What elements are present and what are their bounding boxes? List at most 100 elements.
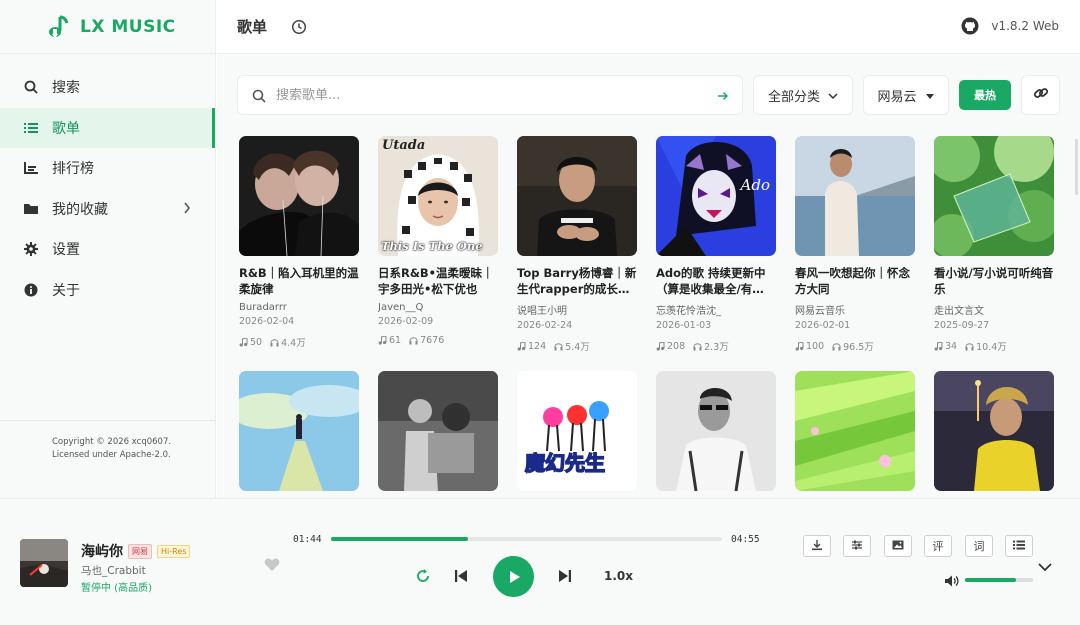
playlist-cover <box>378 371 498 491</box>
open-link-button[interactable] <box>1021 75 1060 115</box>
headphones-icon <box>270 338 279 347</box>
song-count: 124 <box>528 340 547 352</box>
source-label: 网易云 <box>877 89 917 105</box>
playlist-card[interactable]: 看小说/写小说可听纯音乐 走出文言文 2025-09-27 34 10.4万 <box>934 136 1054 353</box>
sidebar: LX MUSIC 搜索 歌单 排行榜 我的收藏 设置 关于 Copyright … <box>0 0 216 498</box>
comment-button[interactable]: 评 <box>924 535 952 557</box>
search-input[interactable] <box>276 87 696 103</box>
github-icon[interactable] <box>961 17 979 35</box>
sliders-icon <box>851 539 863 554</box>
chevron-down-icon[interactable] <box>1038 557 1052 572</box>
playlist-author: 走出文言文 <box>934 306 984 317</box>
now-playing-cover[interactable] <box>20 539 68 587</box>
loop-icon[interactable] <box>414 567 432 585</box>
sidebar-item-search[interactable]: 搜索 <box>0 67 215 107</box>
playlist-title: Top Barry杨博睿｜新生代rapper的成长轨迹 <box>517 266 637 296</box>
playlist-cover: Utada This Is The One <box>378 136 498 256</box>
playlist-card[interactable]: 春风一吹想起你｜怀念方大同 网易云音乐 2026-02-01 100 96.5万 <box>795 136 915 353</box>
playlist-card[interactable] <box>239 371 359 491</box>
playlist-card[interactable] <box>795 371 915 491</box>
comment-label: 评 <box>932 540 944 553</box>
playlist-cover <box>656 371 776 491</box>
playlist-date: 2026-02-01 <box>795 320 851 331</box>
now-playing-info: 海屿你 网易 Hi-Res 马也_Crabbit 暂停中 (高品质) <box>81 541 191 594</box>
song-count: 34 <box>945 340 958 352</box>
copyright: Copyright © 2026 xcq0607. Licensed under… <box>0 420 215 462</box>
playlist-author: Javen__Q <box>378 302 424 313</box>
volume-slider[interactable] <box>965 578 1033 582</box>
download-button[interactable] <box>803 535 831 557</box>
clock-icon[interactable] <box>291 19 307 35</box>
playlist-title: 春风一吹想起你｜怀念方大同 <box>795 266 910 296</box>
sidebar-item-label: 排行榜 <box>52 161 94 178</box>
playlist-card[interactable]: Ado Ado的歌 持续更新中（算是收集最全/有… 忘羡花怜浩沈_ 2026-0… <box>656 136 776 353</box>
heart-icon[interactable] <box>264 557 280 571</box>
lyrics-label: 词 <box>973 540 985 553</box>
version-text: v1.8.2 Web <box>991 19 1059 33</box>
playlist-card[interactable] <box>656 371 776 491</box>
playlist-date: 2026-02-24 <box>517 320 573 331</box>
volume-icon[interactable] <box>944 573 960 587</box>
playlist-card[interactable]: Top Barry杨博睿｜新生代rapper的成长轨迹 说唱王小明 2026-0… <box>517 136 637 353</box>
playlist-cover: Ado <box>656 136 776 256</box>
playlist-date: 2026-01-03 <box>656 320 712 331</box>
playlist-stats: 50 4.4万 <box>239 335 359 349</box>
toolbar: 全部分类 网易云 最热 <box>237 75 1060 115</box>
scrollbar[interactable] <box>1075 139 1078 195</box>
playlist-date: 2026-02-04 <box>239 316 295 327</box>
sort-hot-button[interactable]: 最热 <box>959 80 1011 110</box>
play-button[interactable] <box>493 556 534 597</box>
arrow-right-icon[interactable] <box>716 88 730 102</box>
info-icon <box>24 283 38 297</box>
search-box[interactable] <box>237 75 743 115</box>
category-select[interactable]: 全部分类 <box>753 75 853 115</box>
playlist-card[interactable]: Utada This Is The One 日系R&B•温柔暧昧｜宇多田光•松下… <box>378 136 498 346</box>
playlist-cover <box>934 136 1054 256</box>
search-icon <box>252 88 266 103</box>
copyright-line: Copyright © 2026 xcq0607. <box>52 437 172 447</box>
sidebar-item-playlists[interactable]: 歌单 <box>0 107 215 148</box>
headphones-icon <box>409 336 418 345</box>
sound-effects-button[interactable] <box>843 535 871 557</box>
playlist-card[interactable] <box>378 371 498 491</box>
lyrics-button[interactable]: 词 <box>965 535 993 557</box>
link-icon <box>1033 85 1049 105</box>
sidebar-item-settings[interactable]: 设置 <box>0 229 215 269</box>
headphones-icon <box>832 342 841 351</box>
playlist-stats: 34 10.4万 <box>934 339 1054 353</box>
headphones-icon <box>693 342 702 351</box>
main-content: 全部分类 网易云 最热 <box>217 55 1080 498</box>
playback-speed[interactable]: 1.0x <box>604 569 633 583</box>
folder-icon <box>24 202 38 216</box>
progress-fill <box>331 537 468 541</box>
progress-bar[interactable] <box>331 537 722 541</box>
playlist-cover <box>795 371 915 491</box>
music-note-icon <box>239 336 248 347</box>
next-button[interactable] <box>557 568 573 584</box>
sidebar-item-label: 歌单 <box>52 120 80 137</box>
playlist-stats: 61 7676 <box>378 335 498 346</box>
play-count: 4.4万 <box>281 338 306 349</box>
playlist-cover <box>517 136 637 256</box>
category-label: 全部分类 <box>767 89 820 105</box>
download-icon <box>811 539 823 554</box>
source-select[interactable]: 网易云 <box>863 75 949 115</box>
sidebar-item-about[interactable]: 关于 <box>0 270 215 310</box>
playlist-card[interactable] <box>934 371 1054 491</box>
playlist-card[interactable]: 魔幻先生 <box>517 371 637 491</box>
playlist-stats: 208 2.3万 <box>656 339 776 353</box>
sidebar-item-favorites[interactable]: 我的收藏 <box>0 189 215 229</box>
cover-text: 魔幻先生 <box>524 450 606 476</box>
app-logo[interactable]: LX MUSIC <box>0 0 215 54</box>
cover-image-button[interactable] <box>884 535 912 557</box>
playlist-cover <box>239 136 359 256</box>
sidebar-item-leaderboard[interactable]: 排行榜 <box>0 148 215 188</box>
license-line: Licensed under Apache-2.0. <box>52 450 171 460</box>
previous-button[interactable] <box>453 568 469 584</box>
playlist-stats: 124 5.4万 <box>517 339 637 353</box>
playlist-queue-button[interactable] <box>1005 535 1033 557</box>
playlist-cover <box>239 371 359 491</box>
header: 歌单 v1.8.2 Web <box>217 0 1080 54</box>
player-bar: 海屿你 网易 Hi-Res 马也_Crabbit 暂停中 (高品质) 01:44… <box>0 498 1080 625</box>
playlist-card[interactable]: R&B｜陷入耳机里的温柔旋律 Buradarrr 2026-02-04 50 4… <box>239 136 359 349</box>
